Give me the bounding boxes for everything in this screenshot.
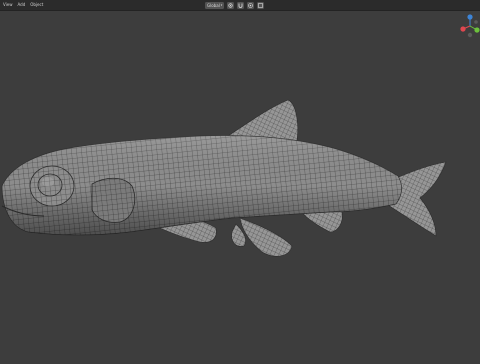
gizmo-neg-z-handle[interactable] <box>467 32 473 38</box>
menu-bar: View Add Object <box>2 1 44 9</box>
overlay-button[interactable] <box>257 1 265 9</box>
orientation-label: Global <box>207 2 220 8</box>
gizmo-y-handle[interactable] <box>474 27 480 33</box>
3d-viewport[interactable] <box>0 11 480 360</box>
falloff-icon <box>248 2 254 8</box>
snap-button[interactable] <box>237 1 245 9</box>
overlay-icon <box>258 2 264 8</box>
gizmo-z-handle[interactable] <box>467 14 473 20</box>
menu-view[interactable]: View <box>2 1 14 9</box>
chevron-down-icon: ▾ <box>220 3 223 7</box>
pivot-button[interactable] <box>227 1 235 9</box>
menu-add[interactable]: Add <box>17 1 27 9</box>
eye-highlight <box>42 177 54 187</box>
navigation-gizmo[interactable] <box>459 14 480 40</box>
proportional-edit-button[interactable] <box>247 1 255 9</box>
viewport-canvas[interactable] <box>0 11 480 360</box>
ventral-fin <box>239 217 293 257</box>
gill-shadow <box>92 178 135 223</box>
gizmo-x-handle[interactable] <box>460 26 466 32</box>
gizmo-neg-x-handle[interactable] <box>474 20 478 24</box>
transform-tools: Global ▾ <box>205 1 265 9</box>
pivot-icon <box>228 2 233 8</box>
menu-object[interactable]: Object <box>29 1 44 9</box>
viewport-header: View Add Object Global ▾ <box>0 0 480 11</box>
orientation-dropdown[interactable]: Global ▾ <box>205 1 225 9</box>
magnet-icon <box>238 3 243 8</box>
